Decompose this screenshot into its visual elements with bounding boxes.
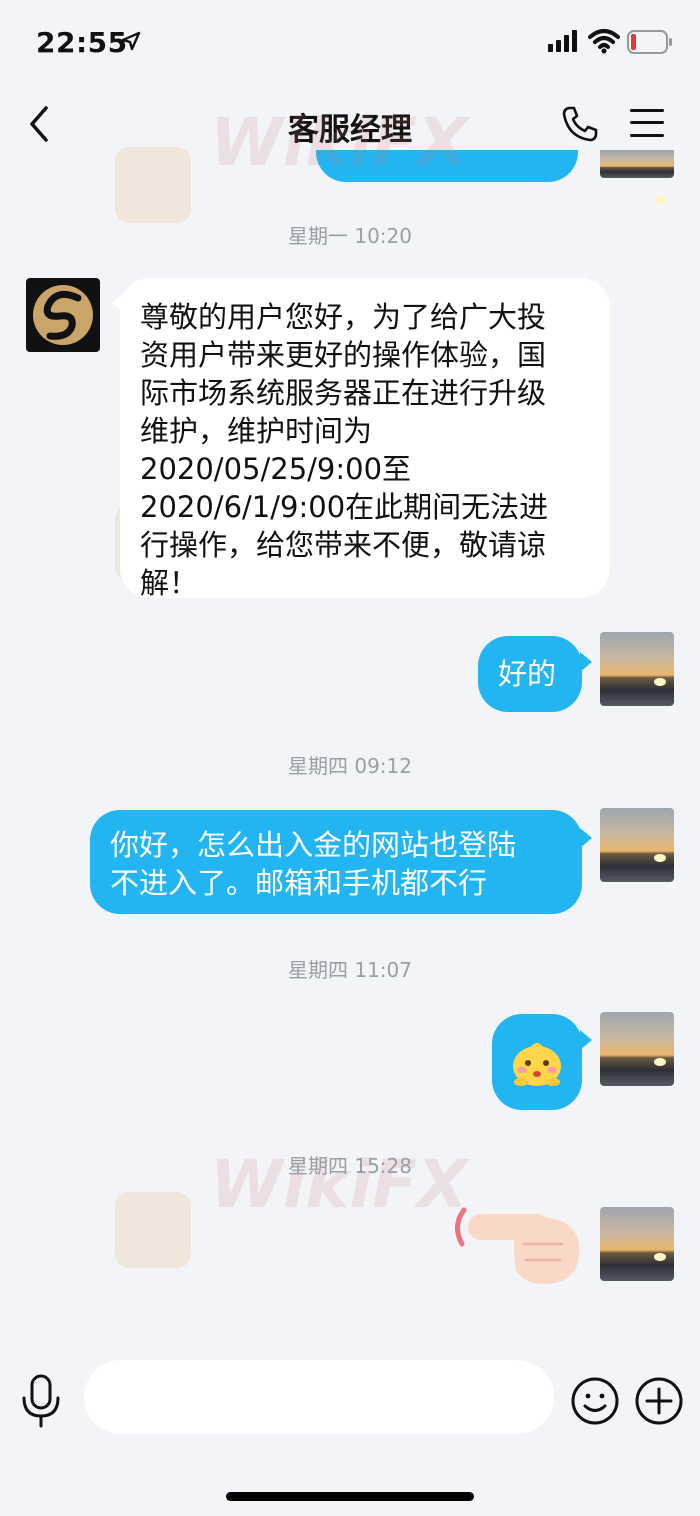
hamburger-menu-icon[interactable]	[628, 106, 666, 140]
message-line: 不进入了。邮箱和手机都不行	[110, 866, 488, 900]
message-line: 尊敬的用户您好，为了给广大投	[140, 300, 547, 334]
shy-emoji-icon	[513, 1043, 561, 1086]
watermark-logo	[115, 147, 191, 223]
user-avatar[interactable]	[600, 1207, 674, 1281]
message-line: 解！	[140, 566, 199, 600]
battery-low-icon	[627, 30, 672, 54]
user-avatar[interactable]	[600, 632, 674, 706]
message-line: 维护，维护时间为	[140, 414, 373, 448]
outgoing-bubble-tail	[580, 652, 592, 672]
message-line: 行操作，给您带来不便，敬请谅	[140, 528, 547, 562]
message-line: 2020/05/25/9:00至	[140, 452, 412, 486]
outgoing-bubble-tail	[580, 828, 592, 848]
message-line: 际市场系统服务器正在进行升级	[140, 376, 547, 410]
user-avatar[interactable]	[600, 1012, 674, 1086]
pointing-hand-sticker-icon[interactable]	[446, 1200, 586, 1290]
status-time: 22:55	[36, 26, 128, 59]
outgoing-message-bubble[interactable]: 你好，怎么出入金的网站也登陆 不进入了。邮箱和手机都不行	[90, 810, 582, 914]
agent-logo-icon	[33, 285, 93, 345]
message-input[interactable]	[84, 1360, 554, 1434]
outgoing-message-bubble[interactable]: 好的	[478, 636, 582, 712]
message-line: 2020/6/1/9:00在此期间无法进	[140, 490, 549, 524]
watermark-logo	[115, 1192, 191, 1268]
phone-icon[interactable]	[560, 104, 600, 144]
previous-message-bubble-partial	[316, 150, 578, 182]
user-avatar[interactable]	[600, 808, 674, 882]
cellular-signal-icon	[548, 30, 577, 52]
smiley-icon[interactable]	[570, 1376, 620, 1426]
wifi-icon	[588, 29, 620, 54]
outgoing-bubble-tail	[580, 1030, 592, 1050]
message-line: 你好，怎么出入金的网站也登陆	[110, 828, 517, 862]
user-avatar-partial	[600, 150, 674, 204]
timestamp: 星期四 11:07	[288, 958, 412, 982]
agent-avatar[interactable]	[26, 278, 100, 352]
timestamp: 星期四 09:12	[288, 754, 412, 778]
home-indicator[interactable]	[226, 1492, 474, 1501]
outgoing-emoji-bubble[interactable]	[492, 1014, 582, 1110]
location-arrow-icon	[121, 31, 141, 51]
timestamp: 星期一 10:20	[288, 224, 412, 248]
message-line: 资用户带来更好的操作体验，国	[140, 338, 547, 372]
timestamp: 星期四 15:28	[288, 1154, 412, 1178]
message-text: 好的	[498, 657, 557, 691]
microphone-icon[interactable]	[20, 1374, 62, 1428]
incoming-message-bubble[interactable]: 尊敬的用户您好，为了给广大投 资用户带来更好的操作体验，国 际市场系统服务器正在…	[120, 278, 610, 600]
plus-icon[interactable]	[634, 1376, 684, 1426]
